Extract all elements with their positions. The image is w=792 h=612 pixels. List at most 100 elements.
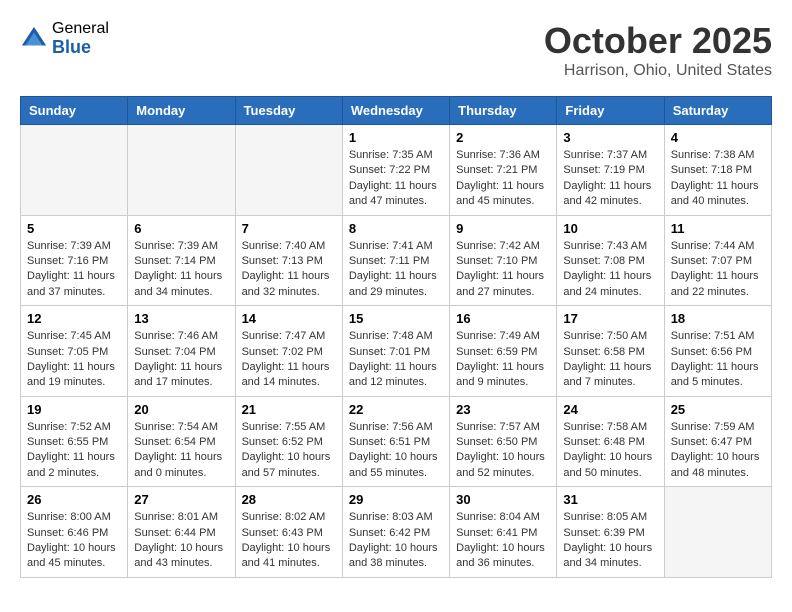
calendar-cell: 27Sunrise: 8:01 AM Sunset: 6:44 PM Dayli… xyxy=(128,487,235,578)
location: Harrison, Ohio, United States xyxy=(544,62,772,80)
calendar-cell: 26 Sunrise: 8:00 AM Sunset: 6:46 PM Dayli… xyxy=(21,487,128,578)
calendar-cell xyxy=(664,487,771,578)
day-number: 8 xyxy=(349,221,443,236)
day-number: 14 xyxy=(242,311,336,326)
day-header-monday: Monday xyxy=(128,97,235,125)
day-number: 19 xyxy=(27,402,121,417)
day-info: Sunrise: 7:54 AM Sunset: 6:54 PM Dayligh… xyxy=(134,420,228,482)
calendar-cell: 22Sunrise: 7:56 AM Sunset: 6:51 PM Dayli… xyxy=(342,396,449,487)
calendar-cell: 29 Sunrise: 8:03 AM Sunset: 6:42 PM Dayli… xyxy=(342,487,449,578)
day-number: 5 xyxy=(27,221,121,236)
calendar-cell xyxy=(235,125,342,216)
calendar-cell: 31 Sunrise: 8:05 AM Sunset: 6:39 PM Dayli… xyxy=(557,487,664,578)
calendar-cell: 19 Sunrise: 7:52 AM Sunset: 6:55 PM Dayli… xyxy=(21,396,128,487)
day-number: 2 xyxy=(456,130,550,145)
day-info: Sunrise: 7:37 AM Sunset: 7:19 PM Dayligh… xyxy=(563,148,657,210)
week-row-3: 12 Sunrise: 7:45 AM Sunset: 7:05 PM Dayli… xyxy=(21,306,772,397)
calendar-cell: 11 Sunrise: 7:44 AM Sunset: 7:07 PM Dayli… xyxy=(664,215,771,306)
week-row-4: 19 Sunrise: 7:52 AM Sunset: 6:55 PM Dayli… xyxy=(21,396,772,487)
day-info: Sunrise: 8:02 AM Sunset: 6:43 PM Dayligh… xyxy=(242,510,336,572)
calendar-cell: 16 Sunrise: 7:49 AM Sunset: 6:59 PM Dayli… xyxy=(450,306,557,397)
day-number: 25 xyxy=(671,402,765,417)
week-row-5: 26 Sunrise: 8:00 AM Sunset: 6:46 PM Dayli… xyxy=(21,487,772,578)
calendar-cell: 12 Sunrise: 7:45 AM Sunset: 7:05 PM Dayli… xyxy=(21,306,128,397)
calendar-cell: 24Sunrise: 7:58 AM Sunset: 6:48 PM Dayli… xyxy=(557,396,664,487)
day-info: Sunrise: 7:45 AM Sunset: 7:05 PM Dayligh… xyxy=(27,329,121,391)
day-info: Sunrise: 7:49 AM Sunset: 6:59 PM Dayligh… xyxy=(456,329,550,391)
day-number: 6 xyxy=(134,221,228,236)
day-header-saturday: Saturday xyxy=(664,97,771,125)
week-row-2: 5 Sunrise: 7:39 AM Sunset: 7:16 PM Daylig… xyxy=(21,215,772,306)
day-number: 31 xyxy=(563,492,657,507)
day-info: Sunrise: 7:42 AM Sunset: 7:10 PM Dayligh… xyxy=(456,239,550,301)
day-info: Sunrise: 8:05 AM Sunset: 6:39 PM Dayligh… xyxy=(563,510,657,572)
day-info: Sunrise: 8:00 AM Sunset: 6:46 PM Dayligh… xyxy=(27,510,121,572)
logo-icon xyxy=(20,25,48,53)
day-info: Sunrise: 7:40 AM Sunset: 7:13 PM Dayligh… xyxy=(242,239,336,301)
calendar-header-row: SundayMondayTuesdayWednesdayThursdayFrid… xyxy=(21,97,772,125)
day-number: 3 xyxy=(563,130,657,145)
day-info: Sunrise: 7:39 AM Sunset: 7:14 PM Dayligh… xyxy=(134,239,228,301)
calendar-cell: 2 Sunrise: 7:36 AM Sunset: 7:21 PM Daylig… xyxy=(450,125,557,216)
week-row-1: 1Sunrise: 7:35 AM Sunset: 7:22 PM Daylig… xyxy=(21,125,772,216)
day-info: Sunrise: 7:59 AM Sunset: 6:47 PM Dayligh… xyxy=(671,420,765,482)
day-info: Sunrise: 7:36 AM Sunset: 7:21 PM Dayligh… xyxy=(456,148,550,210)
day-number: 24 xyxy=(563,402,657,417)
day-number: 17 xyxy=(563,311,657,326)
day-info: Sunrise: 7:48 AM Sunset: 7:01 PM Dayligh… xyxy=(349,329,443,391)
day-info: Sunrise: 8:03 AM Sunset: 6:42 PM Dayligh… xyxy=(349,510,443,572)
day-number: 18 xyxy=(671,311,765,326)
day-info: Sunrise: 7:35 AM Sunset: 7:22 PM Dayligh… xyxy=(349,148,443,210)
day-number: 30 xyxy=(456,492,550,507)
day-info: Sunrise: 7:43 AM Sunset: 7:08 PM Dayligh… xyxy=(563,239,657,301)
day-info: Sunrise: 7:46 AM Sunset: 7:04 PM Dayligh… xyxy=(134,329,228,391)
day-number: 21 xyxy=(242,402,336,417)
day-info: Sunrise: 7:47 AM Sunset: 7:02 PM Dayligh… xyxy=(242,329,336,391)
day-info: Sunrise: 7:39 AM Sunset: 7:16 PM Dayligh… xyxy=(27,239,121,301)
calendar-cell: 4Sunrise: 7:38 AM Sunset: 7:18 PM Daylig… xyxy=(664,125,771,216)
day-number: 9 xyxy=(456,221,550,236)
calendar-cell: 21 Sunrise: 7:55 AM Sunset: 6:52 PM Dayli… xyxy=(235,396,342,487)
calendar-cell: 30 Sunrise: 8:04 AM Sunset: 6:41 PM Dayli… xyxy=(450,487,557,578)
day-info: Sunrise: 8:04 AM Sunset: 6:41 PM Dayligh… xyxy=(456,510,550,572)
day-number: 20 xyxy=(134,402,228,417)
day-number: 12 xyxy=(27,311,121,326)
day-number: 7 xyxy=(242,221,336,236)
day-info: Sunrise: 7:38 AM Sunset: 7:18 PM Dayligh… xyxy=(671,148,765,210)
calendar-cell: 3 Sunrise: 7:37 AM Sunset: 7:19 PM Daylig… xyxy=(557,125,664,216)
calendar-cell: 25 Sunrise: 7:59 AM Sunset: 6:47 PM Dayli… xyxy=(664,396,771,487)
day-info: Sunrise: 7:44 AM Sunset: 7:07 PM Dayligh… xyxy=(671,239,765,301)
calendar-cell: 23Sunrise: 7:57 AM Sunset: 6:50 PM Dayli… xyxy=(450,396,557,487)
day-number: 26 xyxy=(27,492,121,507)
calendar-cell xyxy=(21,125,128,216)
calendar-cell: 14 Sunrise: 7:47 AM Sunset: 7:02 PM Dayli… xyxy=(235,306,342,397)
calendar-cell: 10 Sunrise: 7:43 AM Sunset: 7:08 PM Dayli… xyxy=(557,215,664,306)
logo-general: General xyxy=(52,20,109,38)
day-number: 10 xyxy=(563,221,657,236)
calendar-cell: 15 Sunrise: 7:48 AM Sunset: 7:01 PM Dayli… xyxy=(342,306,449,397)
day-number: 13 xyxy=(134,311,228,326)
day-header-friday: Friday xyxy=(557,97,664,125)
day-number: 15 xyxy=(349,311,443,326)
calendar-cell: 6 Sunrise: 7:39 AM Sunset: 7:14 PM Daylig… xyxy=(128,215,235,306)
logo-blue: Blue xyxy=(52,38,109,58)
day-info: Sunrise: 7:52 AM Sunset: 6:55 PM Dayligh… xyxy=(27,420,121,482)
calendar-cell: 8Sunrise: 7:41 AM Sunset: 7:11 PM Daylig… xyxy=(342,215,449,306)
calendar-cell: 13 Sunrise: 7:46 AM Sunset: 7:04 PM Dayli… xyxy=(128,306,235,397)
day-header-thursday: Thursday xyxy=(450,97,557,125)
calendar-cell: 9 Sunrise: 7:42 AM Sunset: 7:10 PM Daylig… xyxy=(450,215,557,306)
day-number: 29 xyxy=(349,492,443,507)
day-number: 28 xyxy=(242,492,336,507)
day-info: Sunrise: 7:57 AM Sunset: 6:50 PM Dayligh… xyxy=(456,420,550,482)
calendar-cell: 17 Sunrise: 7:50 AM Sunset: 6:58 PM Dayli… xyxy=(557,306,664,397)
calendar-cell: 1Sunrise: 7:35 AM Sunset: 7:22 PM Daylig… xyxy=(342,125,449,216)
calendar-cell: 7 Sunrise: 7:40 AM Sunset: 7:13 PM Daylig… xyxy=(235,215,342,306)
day-number: 16 xyxy=(456,311,550,326)
day-number: 11 xyxy=(671,221,765,236)
calendar-cell xyxy=(128,125,235,216)
page-header: General Blue October 2025 Harrison, Ohio… xyxy=(20,20,772,80)
day-info: Sunrise: 7:55 AM Sunset: 6:52 PM Dayligh… xyxy=(242,420,336,482)
day-info: Sunrise: 7:50 AM Sunset: 6:58 PM Dayligh… xyxy=(563,329,657,391)
calendar-cell: 18Sunrise: 7:51 AM Sunset: 6:56 PM Dayli… xyxy=(664,306,771,397)
day-header-tuesday: Tuesday xyxy=(235,97,342,125)
